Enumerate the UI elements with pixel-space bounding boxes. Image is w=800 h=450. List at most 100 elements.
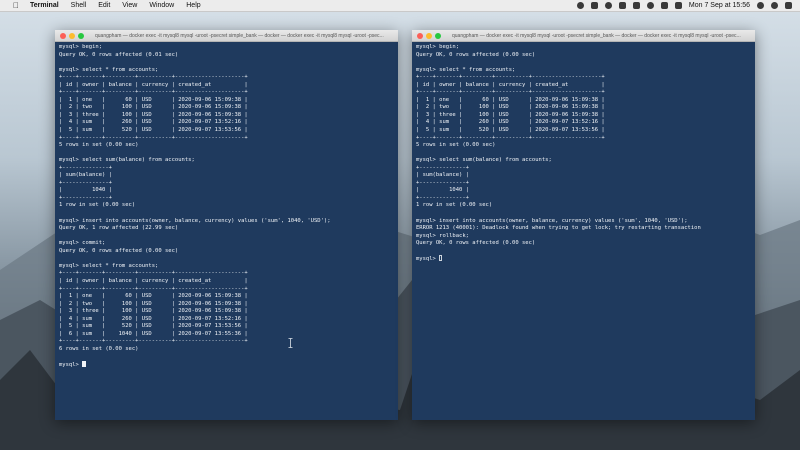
zoom-button[interactable] [435, 32, 441, 39]
terminal-line: mysql> insert into accounts(owner, balan… [416, 217, 688, 224]
window-title: quangpham — docker exec -it mysql8 mysql… [452, 32, 741, 39]
zoom-button[interactable] [78, 32, 84, 39]
menu-help[interactable]: Help [186, 2, 200, 9]
docker-icon[interactable] [632, 2, 640, 9]
terminal-line: | 1 | one | 60 | USD | 2020-09-06 15:09:… [416, 96, 605, 103]
menu-shell[interactable]: Shell [71, 2, 87, 9]
terminal-line: | 6 | sum | 1040 | USD | 2020-09-07 13:5… [59, 330, 248, 337]
text-cursor-icon [288, 338, 293, 348]
battery-icon[interactable] [674, 2, 682, 9]
status-icon-1[interactable] [576, 2, 584, 9]
terminal-line: mysql> rollback; [416, 232, 469, 239]
terminal-line: mysql> select * from accounts; [59, 66, 159, 73]
terminal-line: +--------------+ [59, 164, 112, 171]
terminal-line: 5 rows in set (0.00 sec) [416, 142, 496, 149]
status-icon-5[interactable] [646, 2, 654, 9]
status-icon-3[interactable] [604, 2, 612, 9]
terminal-line: +--------------+ [416, 194, 469, 201]
terminal-line: mysql> commit; [59, 240, 106, 247]
terminal-line: 1 row in set (0.00 sec) [416, 202, 493, 209]
terminal-line: | 2 | two | 100 | USD | 2020-09-06 15:09… [416, 104, 605, 111]
terminal-prompt-line[interactable]: mysql> [59, 360, 394, 370]
terminal-cursor [82, 360, 87, 367]
terminal-line: Query OK, 1 row affected (22.99 sec) [59, 225, 179, 232]
close-button[interactable] [60, 32, 66, 39]
menu-view[interactable]: View [122, 2, 137, 9]
terminal-line: +----+-------+---------+----------+-----… [59, 89, 248, 96]
terminal-prompt-line[interactable]: mysql> [416, 255, 751, 264]
terminal-line: | 4 | sum | 260 | USD | 2020-09-07 13:52… [59, 315, 248, 322]
terminal-line: Query OK, 0 rows affected (0.00 sec) [416, 240, 536, 247]
terminal-line: | sum(balance) | [416, 172, 469, 179]
terminal-line: | 5 | sum | 520 | USD | 2020-09-07 13:53… [59, 323, 248, 330]
terminal-line: mysql> select sum(balance) from accounts… [416, 157, 552, 164]
terminal-line: Query OK, 0 rows affected (0.00 sec) [416, 51, 536, 58]
minimize-button[interactable] [426, 32, 432, 39]
menu-edit[interactable]: Edit [98, 2, 110, 9]
close-button[interactable] [417, 32, 423, 39]
terminal-prompt: mysql> [416, 256, 440, 263]
terminal-line: +----+-------+---------+----------+-----… [59, 74, 248, 81]
terminal-line: Query OK, 0 rows affected (0.01 sec) [59, 51, 179, 58]
terminal-line: | 1 | one | 60 | USD | 2020-09-06 15:09:… [59, 96, 248, 103]
siri-icon[interactable] [771, 2, 778, 9]
apple-icon[interactable]:  [12, 1, 20, 10]
terminal-line: +----+-------+---------+----------+-----… [416, 134, 605, 141]
terminal-line: 5 rows in set (0.00 sec) [59, 142, 139, 149]
terminal-line: Query OK, 0 rows affected (0.00 sec) [59, 247, 179, 254]
window-titlebar[interactable]: quangpham — docker exec -it mysql8 mysql… [55, 30, 398, 42]
wifi-icon[interactable] [660, 2, 668, 9]
terminal-line: | 1040 | [59, 187, 112, 194]
terminal-line: ERROR 1213 (40001): Deadlock found when … [416, 225, 701, 232]
window-titlebar[interactable]: quangpham — docker exec -it mysql8 mysql… [412, 30, 755, 42]
status-icon-4[interactable] [618, 2, 626, 9]
terminal-line: | 2 | two | 100 | USD | 2020-09-06 15:09… [59, 104, 248, 111]
terminal-line: mysql> select * from accounts; [59, 262, 159, 269]
terminal-line: | 3 | three | 100 | USD | 2020-09-06 15:… [59, 308, 248, 315]
terminal-line: | 5 | sum | 520 | USD | 2020-09-07 13:53… [416, 127, 605, 134]
terminal-window-left[interactable]: quangpham — docker exec -it mysql8 mysql… [55, 30, 398, 420]
terminal-line: 1 row in set (0.00 sec) [59, 202, 136, 209]
status-area: Mon 7 Sep at 15:56 [576, 2, 792, 9]
clock[interactable]: Mon 7 Sep at 15:56 [689, 2, 750, 9]
notification-center-icon[interactable] [785, 2, 792, 9]
menu-window[interactable]: Window [149, 2, 174, 9]
terminal-line: | 1040 | [416, 187, 469, 194]
terminal-line: | 1 | one | 60 | USD | 2020-09-06 15:09:… [59, 293, 248, 300]
terminal-prompt: mysql> [59, 361, 83, 368]
terminal-line: | 3 | three | 100 | USD | 2020-09-06 15:… [416, 111, 605, 118]
terminal-cursor [439, 255, 443, 262]
terminal-output[interactable]: mysql> begin; Query OK, 0 rows affected (… [55, 42, 398, 372]
terminal-line: +----+-------+---------+----------+-----… [59, 338, 248, 345]
terminal-line: +----+-------+---------+----------+-----… [59, 270, 248, 277]
terminal-line: | 2 | two | 100 | USD | 2020-09-06 15:09… [59, 300, 248, 307]
terminal-line: | id | owner | balance | currency | crea… [59, 81, 248, 88]
terminal-line: +--------------+ [416, 164, 469, 171]
terminal-line: | id | owner | balance | currency | crea… [416, 81, 605, 88]
minimize-button[interactable] [69, 32, 75, 39]
menu-app-name[interactable]: Terminal [30, 2, 59, 9]
terminal-line: | 3 | three | 100 | USD | 2020-09-06 15:… [59, 111, 248, 118]
search-icon[interactable] [757, 2, 764, 9]
menu-bar:  Terminal Shell Edit View Window Help M… [0, 0, 800, 12]
terminal-output[interactable]: mysql> begin; Query OK, 0 rows affected (… [412, 42, 755, 266]
status-icon-2[interactable] [590, 2, 598, 9]
terminal-window-right[interactable]: quangpham — docker exec -it mysql8 mysql… [412, 30, 755, 420]
terminal-line: +----+-------+---------+----------+-----… [416, 74, 605, 81]
terminal-line: mysql> begin; [59, 44, 103, 50]
terminal-line: +--------------+ [416, 179, 469, 186]
terminal-line: mysql> begin; [416, 44, 460, 50]
terminal-line: 6 rows in set (0.00 sec) [59, 345, 139, 352]
terminal-line: +--------------+ [59, 179, 112, 186]
terminal-line: +--------------+ [59, 194, 112, 201]
